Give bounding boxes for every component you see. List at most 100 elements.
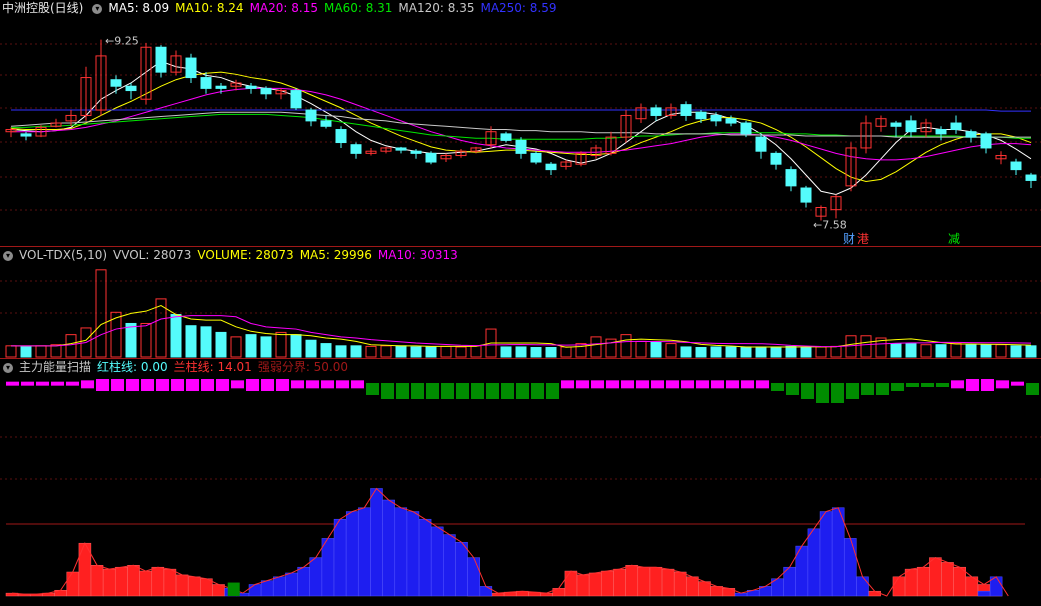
strip-bar [501, 383, 514, 399]
strip-bar [786, 383, 799, 395]
candle [890, 122, 902, 127]
candle [695, 111, 707, 120]
red-bar [576, 574, 590, 597]
strip-bar [276, 379, 289, 391]
volume-bar [380, 345, 392, 358]
strip-bar [996, 380, 1009, 389]
candle [425, 152, 437, 163]
strip-bar [1026, 383, 1039, 395]
candle [1025, 174, 1037, 181]
strip-bar [576, 380, 589, 389]
volume-bar [995, 344, 1007, 358]
strip-bar [291, 380, 304, 389]
candle [155, 46, 167, 73]
volume-bar [905, 343, 917, 358]
blue-bar [406, 511, 420, 597]
red-bar [188, 576, 201, 597]
strip-bar [516, 383, 529, 399]
volume-bar [950, 343, 962, 358]
volume-bar [185, 325, 197, 358]
volume-bar [440, 345, 452, 358]
red-bar [175, 574, 189, 597]
strip-bar [321, 380, 334, 389]
candle [260, 87, 272, 95]
high-price-label: ←9.25 [105, 35, 139, 48]
volume-bar [140, 322, 152, 358]
volume-bar [695, 347, 707, 358]
chart-canvas: ←9.25 ←7.58财港 减 [0, 35, 1041, 597]
candle [965, 131, 977, 138]
strip-bar [381, 383, 394, 399]
blue-bar [273, 576, 286, 597]
red-bar [66, 571, 79, 597]
candle [500, 133, 512, 141]
candle [770, 152, 782, 165]
volume-bar [455, 346, 467, 358]
candle [515, 139, 527, 154]
volume-bar [170, 314, 182, 358]
red-bar [163, 568, 177, 597]
blue-bar [321, 538, 335, 597]
strip-bar [546, 383, 559, 399]
candle [1010, 161, 1022, 171]
strip-bar [261, 379, 274, 391]
blue-bar [856, 576, 869, 597]
blue-bar [260, 580, 274, 597]
red-bar [625, 565, 638, 597]
volume-bar [395, 345, 407, 358]
vol-ma-line-ma10 [11, 315, 1032, 348]
volume-bar [290, 334, 302, 358]
volume-bar [1010, 345, 1022, 358]
candle [20, 133, 32, 137]
strip-bar [1011, 381, 1024, 386]
volume-bar [215, 331, 227, 358]
blue-bar [358, 507, 371, 597]
strip-bar [711, 380, 724, 389]
strip-bar [696, 380, 709, 389]
candle [185, 57, 197, 79]
candle [530, 152, 542, 163]
blue-bar [977, 590, 991, 597]
volume-bar [650, 341, 662, 358]
volume-bar [5, 345, 17, 358]
ma-line-ma250 [11, 109, 1031, 112]
ma-line-ma10 [10, 71, 1032, 183]
strip-bar [561, 380, 574, 389]
volume-bar [50, 344, 62, 358]
volume-bar [200, 326, 212, 358]
volume-bar [320, 343, 332, 358]
blue-bar [370, 488, 383, 597]
strip-bar [846, 383, 859, 399]
volume-bar [470, 345, 482, 358]
strip-bar [411, 383, 424, 399]
red-bar [917, 566, 930, 597]
red-bar [601, 570, 614, 597]
strip-bar [486, 383, 499, 399]
volume-bar [515, 346, 527, 358]
red-bar [564, 570, 578, 597]
strip-bar [201, 379, 214, 391]
candle [395, 147, 407, 151]
red-bar [929, 557, 942, 597]
volume-bar [305, 339, 317, 358]
strip-bar [831, 383, 844, 403]
red-bar [904, 568, 918, 597]
strip-bar [636, 380, 649, 389]
volume-bar [800, 346, 812, 358]
strip-bar [171, 379, 184, 391]
low-price-label: ←7.58 [813, 219, 847, 232]
blue-bar [297, 566, 310, 597]
strip-bar [216, 379, 229, 391]
strip-bar [966, 379, 979, 391]
strip-bar [51, 381, 64, 386]
candle [710, 114, 722, 122]
event-badge: 港 [857, 232, 869, 246]
strip-bar [141, 379, 154, 391]
strip-bar [726, 380, 739, 389]
strip-bar [336, 380, 349, 389]
volume-bar [620, 334, 632, 358]
candle [200, 77, 212, 89]
candle [650, 107, 662, 116]
candle [740, 122, 752, 135]
volume-bar [635, 340, 647, 358]
